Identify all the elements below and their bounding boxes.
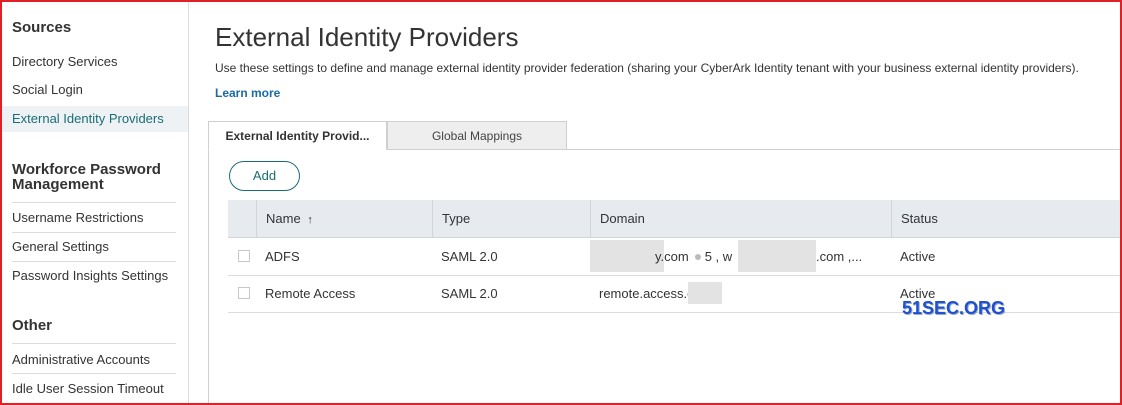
column-header-type[interactable]: Type bbox=[432, 200, 590, 237]
cell-type: SAML 2.0 bbox=[441, 249, 498, 264]
sidebar-item-external-identity-providers[interactable]: External Identity Providers bbox=[2, 106, 188, 132]
cell-name[interactable]: Remote Access bbox=[256, 275, 355, 312]
main-content: External Identity Providers Use these se… bbox=[188, 2, 1120, 403]
cell-domain: y.com 5 , w bbox=[655, 238, 732, 275]
cell-name[interactable]: ADFS bbox=[256, 238, 300, 275]
cell-domain: remote.access.e bbox=[599, 286, 695, 301]
section-title-workforce-password-line1: Workforce Password bbox=[12, 161, 161, 178]
page-title: External Identity Providers bbox=[215, 22, 519, 52]
sort-ascending-icon: ↑ bbox=[307, 214, 313, 226]
row-checkbox[interactable] bbox=[238, 287, 250, 299]
cell-status: Active bbox=[900, 249, 936, 264]
sidebar-divider bbox=[12, 261, 176, 262]
tab-external-identity-providers[interactable]: External Identity Provid... bbox=[208, 121, 387, 150]
cell-type: SAML 2.0 bbox=[441, 286, 498, 301]
cell-domain-more: .com ,... bbox=[816, 249, 863, 264]
redacted-block bbox=[590, 240, 664, 272]
column-header-status[interactable]: Status bbox=[891, 200, 1120, 237]
sidebar: Sources Directory Services Social Login … bbox=[2, 2, 189, 403]
sidebar-divider bbox=[12, 232, 176, 233]
column-header-name-label: Name bbox=[266, 211, 301, 226]
section-title-other: Other bbox=[12, 317, 53, 334]
sidebar-item-social-login[interactable]: Social Login bbox=[2, 77, 188, 103]
domain-count: 5 , w bbox=[704, 249, 733, 264]
sidebar-divider bbox=[12, 202, 176, 203]
tab-global-mappings[interactable]: Global Mappings bbox=[387, 121, 567, 150]
sidebar-item-administrative-accounts[interactable]: Administrative Accounts bbox=[2, 347, 188, 373]
domain-part: y.com bbox=[655, 249, 689, 264]
section-title-workforce-password-line2: Management bbox=[12, 176, 104, 193]
redacted-block bbox=[688, 282, 722, 304]
sidebar-item-directory-services[interactable]: Directory Services bbox=[2, 49, 188, 75]
sidebar-item-password-insights-settings[interactable]: Password Insights Settings bbox=[2, 263, 188, 289]
dot-icon bbox=[694, 254, 701, 261]
table-header: Name ↑ Type Domain Status bbox=[228, 200, 1120, 238]
sidebar-item-idle-user-session-timeout[interactable]: Idle User Session Timeout bbox=[2, 376, 188, 402]
panel-border bbox=[208, 149, 209, 403]
section-title-sources: Sources bbox=[12, 19, 72, 36]
add-button[interactable]: Add bbox=[229, 161, 300, 191]
sidebar-divider bbox=[12, 373, 176, 374]
learn-more-link[interactable]: Learn more bbox=[215, 86, 280, 100]
column-header-name[interactable]: Name ↑ bbox=[256, 200, 432, 237]
sidebar-item-general-settings[interactable]: General Settings bbox=[2, 234, 188, 260]
sidebar-item-username-restrictions[interactable]: Username Restrictions bbox=[2, 205, 188, 231]
sidebar-divider bbox=[12, 343, 176, 344]
table-row[interactable]: ADFS SAML 2.0 y.com 5 , w .com ,... Activ… bbox=[228, 238, 1120, 276]
watermark: 51SEC.ORG bbox=[902, 298, 1006, 318]
redacted-block bbox=[738, 240, 816, 272]
page-description: Use these settings to define and manage … bbox=[215, 61, 1079, 75]
column-header-domain[interactable]: Domain bbox=[590, 200, 891, 237]
row-checkbox[interactable] bbox=[238, 250, 250, 262]
